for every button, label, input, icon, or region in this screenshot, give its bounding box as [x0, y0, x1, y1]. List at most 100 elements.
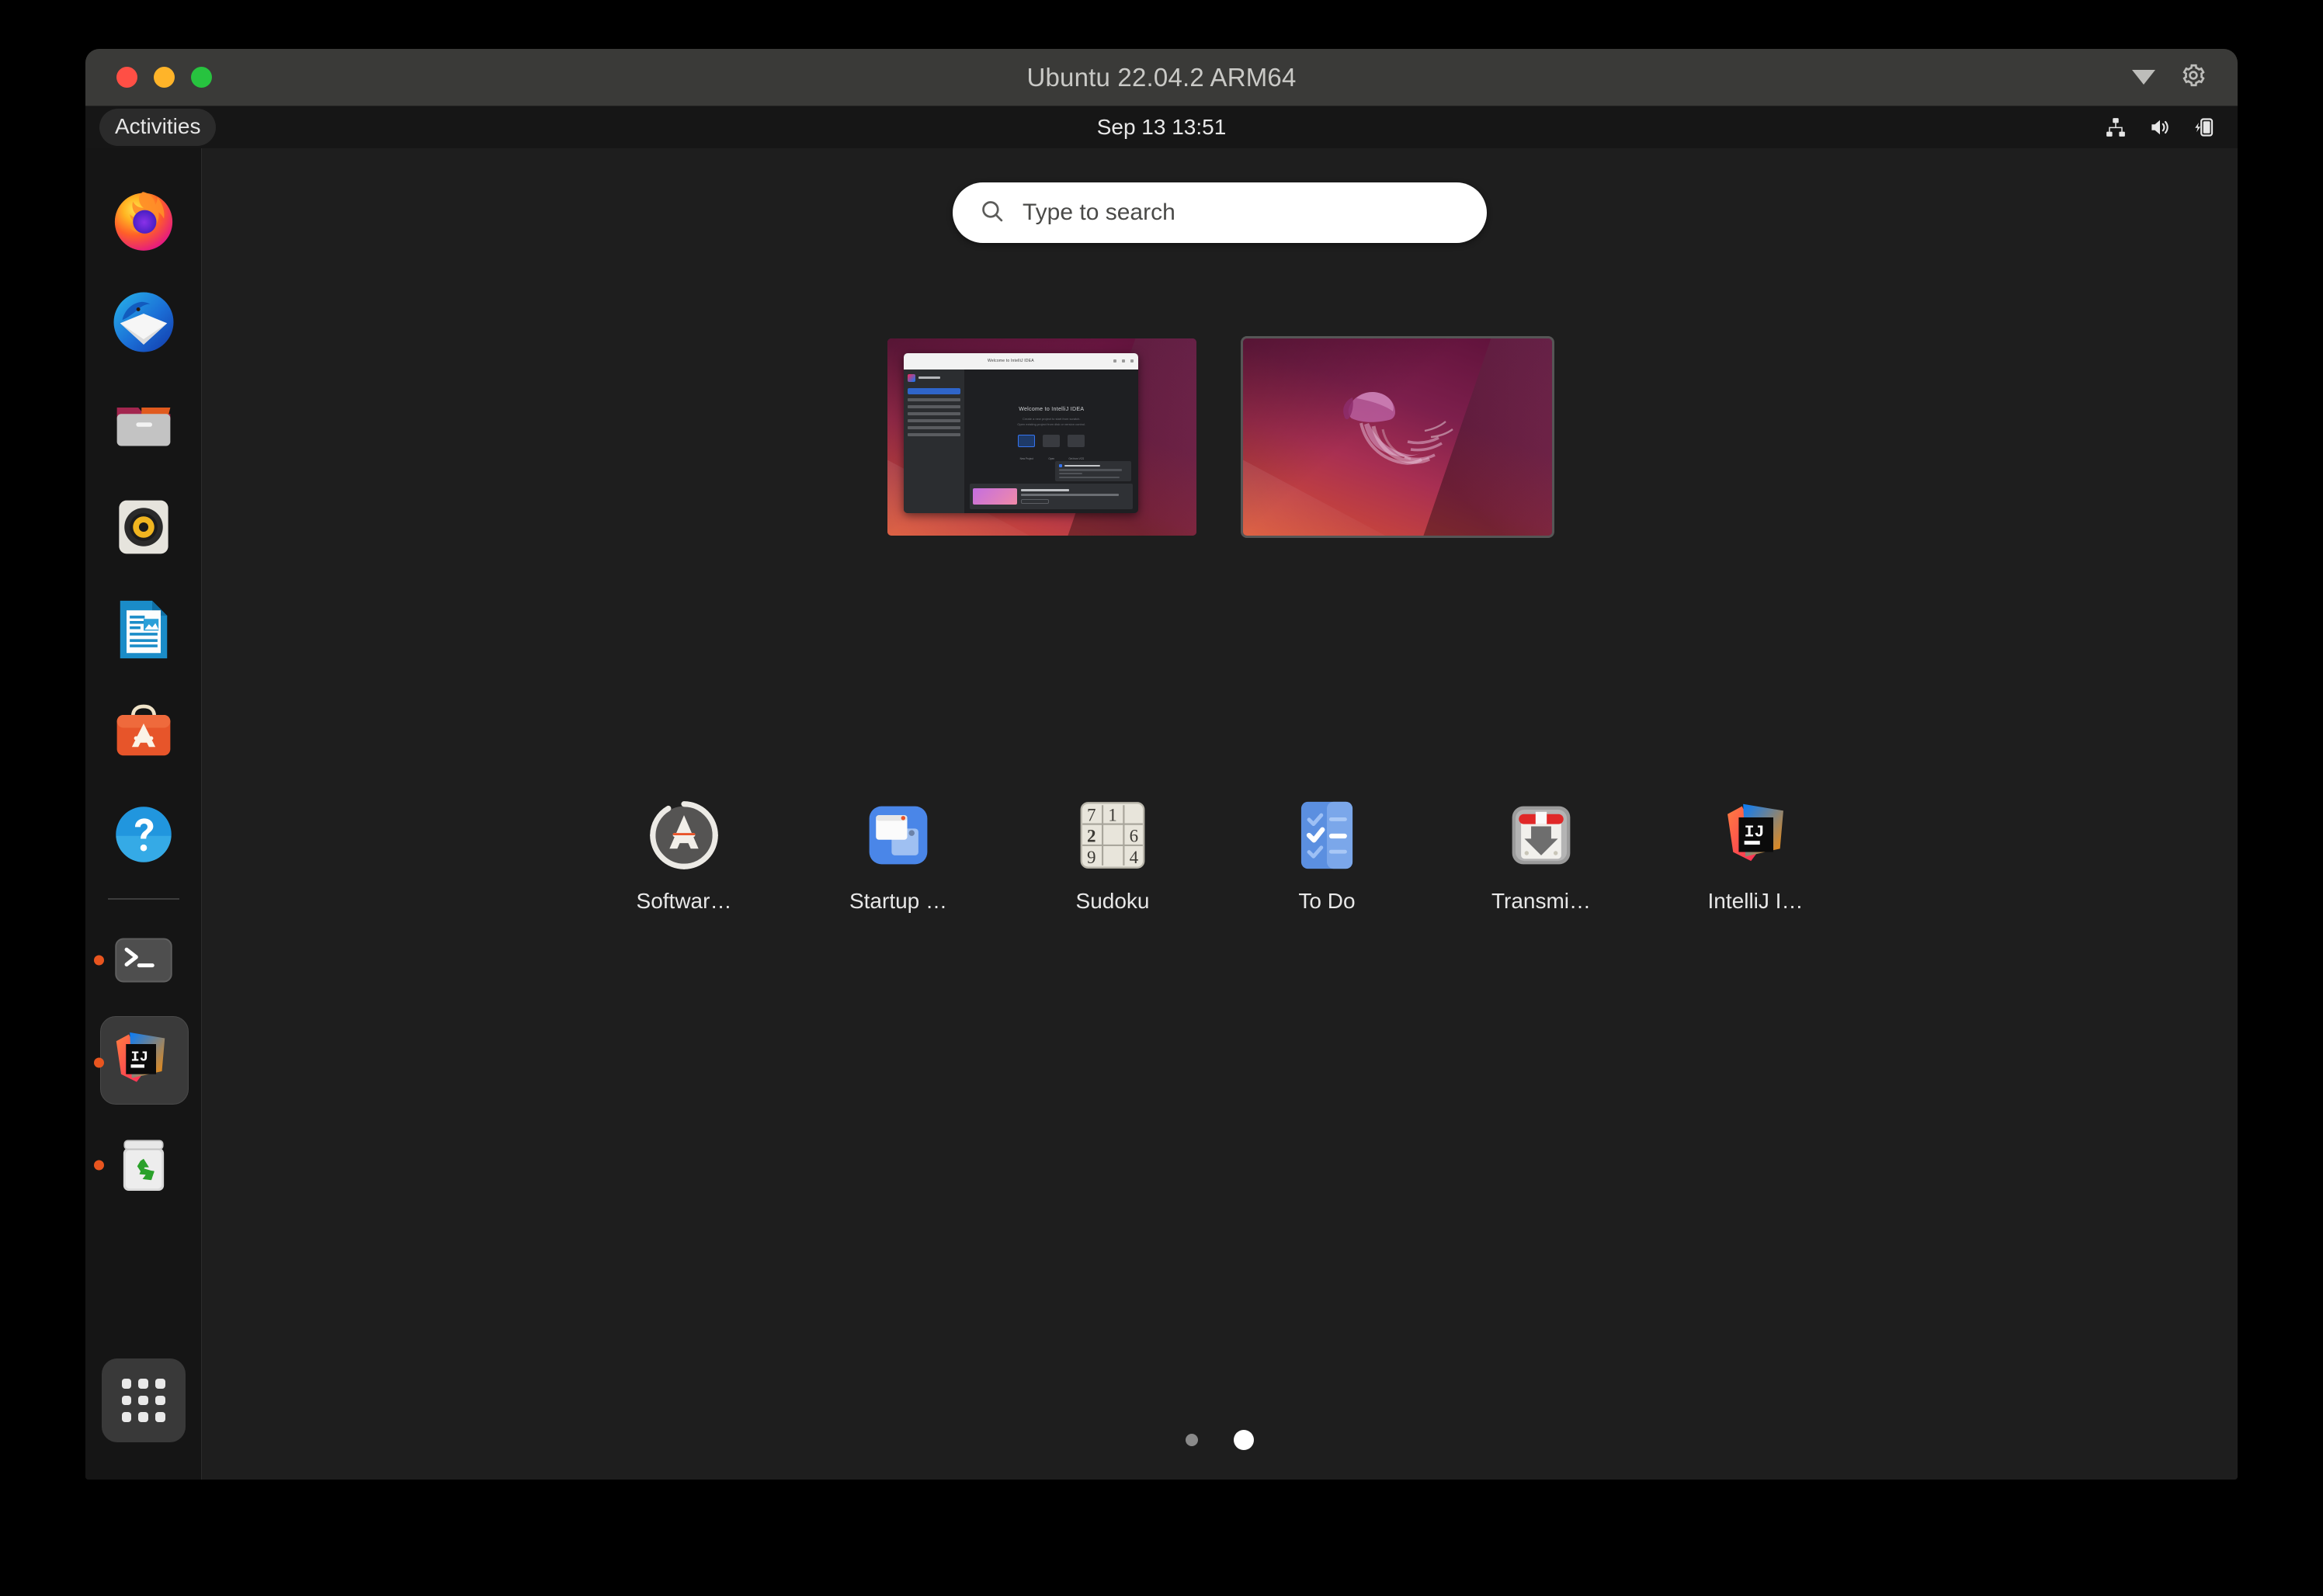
search-placeholder: Type to search [1023, 200, 1175, 226]
trash-icon [109, 1131, 178, 1199]
minimize-button[interactable] [154, 67, 175, 88]
preview-action-open: Open [1043, 435, 1060, 463]
ubuntu-software-icon [109, 698, 178, 766]
app-label: Sudoku [1047, 889, 1179, 914]
app-startup-applications[interactable]: Startup … [832, 793, 964, 914]
dropdown-caret-icon[interactable] [2132, 70, 2155, 85]
intellij-idea-icon: IJ [1720, 800, 1791, 871]
activities-overview: IJ [85, 148, 2238, 1480]
gnome-top-bar: Activities Sep 13 13:51 [85, 106, 2238, 148]
intellij-idea-icon: IJ [109, 1029, 178, 1097]
app-icon-grid: Softwar… Startup … [202, 793, 2238, 914]
app-software[interactable]: Softwar… [618, 793, 750, 914]
workspace-1[interactable]: Welcome to IntelliJ IDEA [887, 338, 1196, 536]
page-dot-1[interactable] [1186, 1434, 1198, 1446]
app-label: Transmi… [1475, 889, 1607, 914]
preview-main: Welcome to IntelliJ IDEA Create a new pr… [964, 370, 1138, 513]
dock-item-thunderbird[interactable] [93, 271, 194, 373]
libreoffice-writer-icon [109, 595, 178, 664]
app-todo[interactable]: To Do [1261, 793, 1393, 914]
startup-applications-icon [863, 800, 934, 871]
system-tray [2104, 116, 2216, 139]
svg-text:2: 2 [1087, 827, 1096, 846]
battery-charging-icon[interactable] [2193, 116, 2216, 139]
titlebar-right-controls [2132, 62, 2207, 92]
thunderbird-icon [109, 288, 178, 356]
app-sudoku[interactable]: 71 2 6 9 4 Sudoku [1047, 793, 1179, 914]
show-applications-button[interactable] [93, 1349, 194, 1452]
volume-icon[interactable] [2148, 116, 2172, 139]
svg-text:9: 9 [1087, 848, 1096, 867]
jellyfish-artwork [1308, 375, 1487, 491]
transmission-icon [1505, 800, 1577, 871]
preview-welcome-subtitle: Create a new project to start from scrat… [964, 416, 1138, 427]
ubuntu-software-icon [648, 800, 720, 871]
app-intellij-idea[interactable]: IJ IntelliJ I… [1689, 793, 1821, 914]
files-icon [109, 390, 178, 459]
dock-item-terminal[interactable] [93, 909, 194, 1011]
running-indicator [94, 1058, 104, 1068]
close-button[interactable] [116, 67, 137, 88]
svg-text:IJ: IJ [1745, 823, 1765, 841]
preview-banner-thumbnail [973, 488, 1017, 505]
dock-separator [108, 898, 179, 900]
svg-text:1: 1 [1108, 805, 1117, 824]
window-controls [116, 67, 212, 88]
preview-window-controls [1113, 359, 1134, 363]
intellij-welcome-window-preview[interactable]: Welcome to IntelliJ IDEA [904, 353, 1138, 513]
todo-icon [1291, 800, 1363, 871]
search-input[interactable]: Type to search [953, 182, 1487, 243]
sudoku-icon: 71 2 6 9 4 [1077, 800, 1148, 871]
search-icon [979, 198, 1005, 228]
preview-welcome-title: Welcome to IntelliJ IDEA [964, 407, 1138, 412]
network-wired-icon[interactable] [2104, 116, 2127, 139]
dock-item-intellij[interactable]: IJ [93, 1011, 194, 1114]
app-label: To Do [1261, 889, 1393, 914]
running-indicator [94, 1161, 104, 1171]
svg-text:IJ: IJ [130, 1048, 148, 1065]
preview-action-new-project: New Project [1018, 435, 1035, 463]
workspace-2[interactable] [1243, 338, 1552, 536]
app-label: Startup … [832, 889, 964, 914]
vm-window: Ubuntu 22.04.2 ARM64 Activities Sep 13 1… [85, 49, 2238, 1480]
preview-titlebar: Welcome to IntelliJ IDEA [904, 353, 1138, 370]
window-titlebar: Ubuntu 22.04.2 ARM64 [85, 49, 2238, 106]
preview-nav [908, 388, 961, 436]
dock-item-libreoffice[interactable] [93, 578, 194, 681]
workspace-thumbnails: Welcome to IntelliJ IDEA [202, 338, 2238, 536]
dock-item-firefox[interactable] [93, 168, 194, 271]
preview-window-title: Welcome to IntelliJ IDEA [908, 359, 1113, 363]
window-title: Ubuntu 22.04.2 ARM64 [85, 63, 2238, 92]
dock-item-rhythmbox[interactable] [93, 476, 194, 578]
svg-text:4: 4 [1130, 848, 1139, 867]
apps-grid-icon [102, 1358, 186, 1442]
clock[interactable]: Sep 13 13:51 [85, 115, 2238, 140]
preview-sidebar [904, 370, 965, 513]
app-transmission[interactable]: Transmi… [1475, 793, 1607, 914]
preview-action-get-from-vcs: Get from VCS [1068, 435, 1085, 463]
app-label: IntelliJ I… [1689, 889, 1821, 914]
dock-item-files[interactable] [93, 373, 194, 476]
preview-logo [908, 374, 961, 382]
dock-item-trash[interactable] [93, 1114, 194, 1216]
svg-text:7: 7 [1087, 805, 1096, 824]
help-icon [109, 800, 178, 869]
settings-gear-icon[interactable] [2180, 62, 2207, 92]
app-label: Softwar… [618, 889, 750, 914]
rhythmbox-icon [109, 493, 178, 561]
firefox-icon [109, 186, 178, 254]
activities-button[interactable]: Activities [99, 109, 216, 146]
running-indicator [94, 956, 104, 966]
dock-item-software[interactable] [93, 681, 194, 783]
dock: IJ [85, 148, 202, 1480]
page-indicator [202, 1430, 2238, 1450]
preview-banner [970, 484, 1133, 509]
preview-body: Welcome to IntelliJ IDEA Create a new pr… [904, 370, 1138, 513]
svg-text:6: 6 [1130, 827, 1139, 846]
page-dot-2[interactable] [1234, 1430, 1254, 1450]
maximize-button[interactable] [191, 67, 212, 88]
preview-toast [1055, 461, 1131, 481]
dock-item-help[interactable] [93, 783, 194, 886]
search-container: Type to search [202, 182, 2238, 243]
terminal-icon [109, 926, 178, 994]
